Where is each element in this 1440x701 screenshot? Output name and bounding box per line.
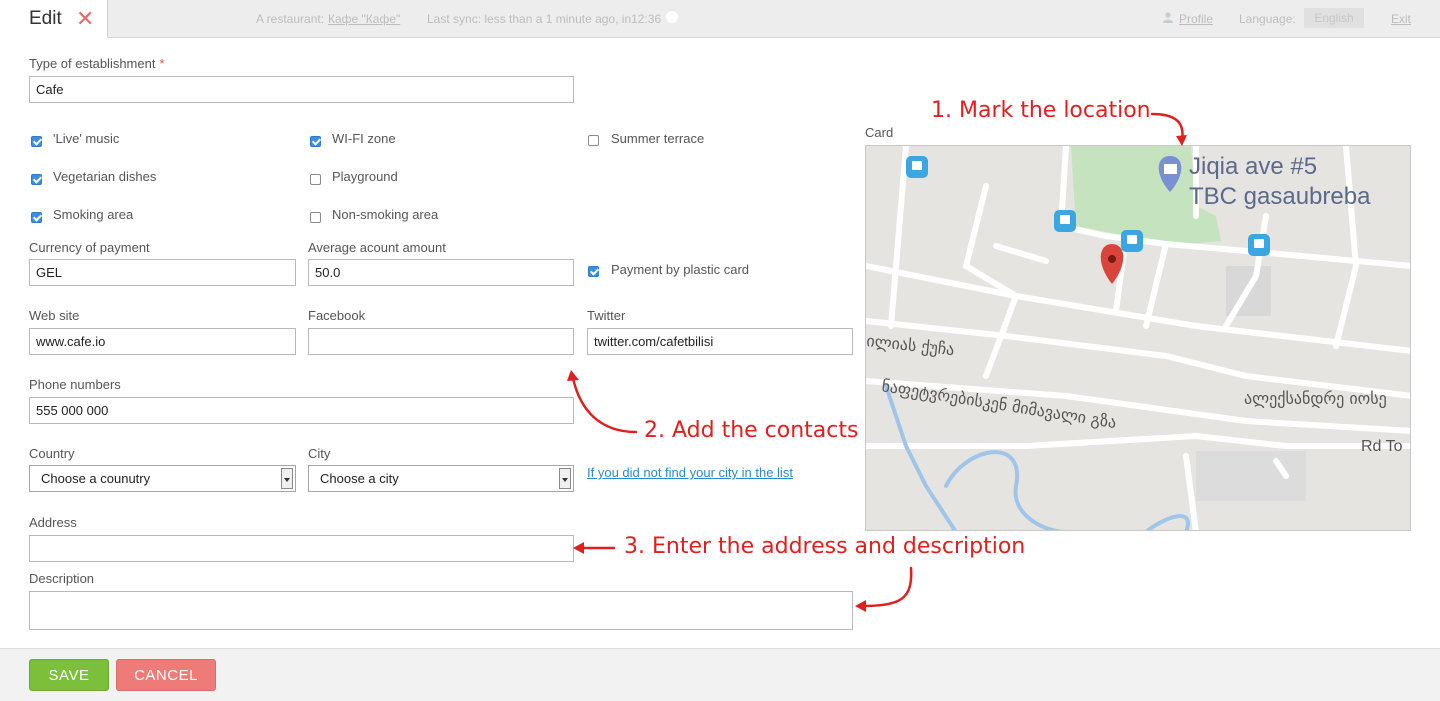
street-label-3: ალექსანდრე იოსე	[1244, 389, 1387, 408]
vegetarian-label: Vegetarian dishes	[53, 169, 157, 184]
location-map[interactable]: Jiqia ave #5 TBC gasaubreba ილიას ქუჩა ნ…	[865, 145, 1411, 531]
map-canvas: Jiqia ave #5 TBC gasaubreba ილიას ქუჩა ნ…	[866, 146, 1410, 530]
non-smoking-checkbox[interactable]	[310, 212, 321, 223]
wifi-label: WI-FI zone	[332, 131, 396, 146]
restaurant-prefix: A restaurant:	[256, 12, 325, 26]
vegetarian-checkbox[interactable]	[31, 174, 42, 185]
phone-input[interactable]: 555 000 000	[29, 397, 574, 424]
annotation-step-2: 2. Add the contacts	[644, 418, 859, 443]
facebook-label: Facebook	[308, 308, 366, 323]
chevron-down-icon[interactable]	[281, 468, 293, 489]
summer-terrace-checkbox[interactable]	[588, 135, 599, 146]
annotation-step-1: 1. Mark the location	[931, 98, 1151, 123]
wifi-checkbox[interactable]	[310, 136, 321, 147]
currency-input[interactable]: GEL	[29, 259, 296, 286]
city-missing-link[interactable]: If you did not find your city in the lis…	[587, 465, 793, 480]
chevron-down-icon[interactable]	[559, 468, 571, 489]
live-music-label: 'Live' music	[53, 131, 120, 146]
top-bar: Edit ✕ A restaurant: Кафе "Кафе" Last sy…	[0, 0, 1440, 38]
smoking-label: Smoking area	[53, 207, 134, 222]
playground-checkbox[interactable]	[310, 174, 321, 185]
profile-link[interactable]: Profile	[1179, 12, 1213, 26]
address-input[interactable]	[29, 535, 574, 562]
summer-terrace-label: Summer terrace	[611, 131, 705, 146]
description-label: Description	[29, 571, 95, 586]
twitter-label: Twitter	[587, 308, 626, 323]
currency-label: Currency of payment	[29, 240, 150, 255]
card-label: Card	[865, 125, 894, 140]
place-name-line1: Jiqia ave #5	[1189, 153, 1317, 180]
average-amount-input[interactable]: 50.0	[308, 259, 574, 286]
website-input[interactable]: www.cafe.io	[29, 328, 296, 355]
type-label: Type of establishment *	[29, 56, 165, 71]
playground-label: Playground	[332, 169, 398, 184]
phone-label: Phone numbers	[29, 377, 121, 392]
smoking-checkbox[interactable]	[31, 212, 42, 223]
twitter-input[interactable]: twitter.com/cafetbilisi	[587, 328, 853, 355]
live-music-checkbox[interactable]	[31, 136, 42, 147]
country-label: Country	[29, 446, 75, 461]
city-label: City	[308, 446, 331, 461]
plastic-card-label: Payment by plastic card	[611, 262, 750, 277]
type-input[interactable]: Cafe	[29, 76, 574, 103]
country-select-value: Choose a counutry	[41, 471, 151, 486]
city-select-value: Choose a city	[320, 471, 399, 486]
annotation-step-3: 3. Enter the address and description	[624, 534, 1026, 559]
facebook-input[interactable]	[308, 328, 574, 355]
edit-tab-title: Edit	[29, 8, 62, 29]
city-select[interactable]: Choose a city	[308, 465, 574, 492]
address-label: Address	[29, 515, 77, 530]
plastic-card-checkbox[interactable]	[588, 266, 599, 277]
close-icon[interactable]: ✕	[76, 8, 94, 30]
exit-link[interactable]: Exit	[1391, 12, 1411, 26]
restaurant-link[interactable]: Кафе "Кафе"	[328, 12, 400, 26]
user-icon	[1163, 12, 1173, 23]
non-smoking-label: Non-smoking area	[332, 207, 439, 222]
clock-icon	[666, 11, 678, 23]
street-label-4: Rd To	[1361, 438, 1403, 455]
sync-status: Last sync: less than a 1 minute ago, in1…	[427, 12, 662, 26]
average-amount-label: Average acount amount	[308, 240, 446, 255]
website-label: Web site	[29, 308, 80, 323]
footer-bar: SAVE CANCEL	[0, 648, 1440, 701]
country-select[interactable]: Choose a counutry	[29, 465, 296, 492]
cancel-button[interactable]: CANCEL	[116, 659, 216, 691]
place-name-line2: TBC gasaubreba	[1189, 183, 1371, 210]
save-button[interactable]: SAVE	[29, 659, 109, 691]
language-label: Language:	[1239, 12, 1296, 26]
language-select[interactable]: English	[1304, 8, 1364, 28]
description-textarea[interactable]	[29, 591, 853, 630]
edit-tab[interactable]: Edit ✕	[0, 0, 108, 38]
